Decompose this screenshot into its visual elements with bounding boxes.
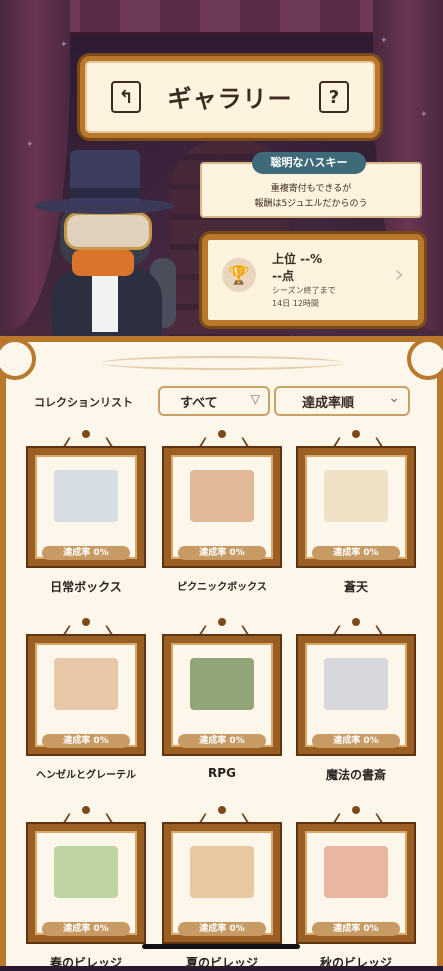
collection-name: 蒼天 [343,580,368,594]
hanging-wire [198,437,250,449]
completion-rate: 達成率 0% [42,734,130,748]
collection-list-label: コレクションリスト [34,396,133,409]
sparkle-icon: ✦ [60,40,68,50]
filter-bar: コレクションリスト すべて ▽ 達成率順 ⌄ [0,386,443,416]
hanging-wire [62,437,114,449]
gallery-scene: ✦ ✦ ✦ ✦ ✦ ↰ ギャラリー ? 聡明なハスキー 重複寄付もできるが 報酬… [0,0,443,350]
chevron-down-icon: ⌄ [388,390,400,406]
hanging-wire [62,625,114,637]
collection-thumbnail [190,470,254,522]
home-indicator[interactable] [142,944,300,949]
nail [352,806,360,814]
season-end-label: シーズン終了まで [272,286,336,295]
filter-dropdown[interactable]: すべて ▽ [158,386,270,416]
completion-rate: 達成率 0% [42,546,130,560]
collection-name: RPG [208,766,236,780]
sparkle-icon: ✦ [420,110,428,120]
hanging-wire [62,813,114,825]
husky-bow-tie [72,250,134,276]
collection-thumbnail [54,658,118,710]
completion-rate: 達成率 0% [312,546,400,560]
husky-character [30,150,180,348]
rank-percent: 上位 --% [272,252,323,266]
collection-thumbnail [324,846,388,898]
collection-name: ピクニックボックス [177,582,267,593]
completion-rate: 達成率 0% [178,734,266,748]
collection-name: 夏のビレッジ [185,956,258,970]
rank-points: --点 [272,269,294,283]
collection-panel: コレクションリスト すべて ▽ 達成率順 ⌄ 達成率 0% 日常ボックス 達成率… [0,336,443,970]
collection-name: ヘンゼルとグレーテル [36,770,136,781]
nail [82,806,90,814]
collection-thumbnail [54,470,118,522]
hanging-wire [198,813,250,825]
hat-band [70,188,140,198]
collection-thumbnail [54,846,118,898]
collection-thumbnail [324,470,388,522]
nail [218,430,226,438]
sort-dropdown[interactable]: 達成率順 ⌄ [274,386,410,416]
completion-rate: 達成率 0% [312,922,400,936]
collection-thumbnail [190,658,254,710]
collection-thumbnail [324,658,388,710]
nail [352,618,360,626]
husky-glasses [64,212,152,250]
completion-rate: 達成率 0% [178,922,266,936]
husky-shirt [92,272,118,332]
trophy-icon: 🏆 [222,258,256,292]
collection-thumbnail [190,846,254,898]
nail [218,806,226,814]
npc-name-tag: 聡明なハスキー [252,152,366,174]
panel-ornament [100,356,343,370]
nail [82,618,90,626]
collection-name: 春のビレッジ [49,956,122,970]
filter-icon: ▽ [250,392,260,406]
completion-rate: 達成率 0% [178,546,266,560]
hanging-wire [332,625,384,637]
hanging-wire [332,813,384,825]
hanging-wire [198,625,250,637]
corner-ornament [407,338,443,380]
season-time-left: 14日 12時間 [272,299,319,308]
sort-value: 達成率順 [302,396,355,411]
title-plate: ↰ ギャラリー ? [80,56,380,138]
chevron-right-icon: › [394,260,404,288]
hanging-wire [332,437,384,449]
speech-line-2: 報酬は5ジュエルだからのう [254,199,368,209]
ranking-panel[interactable]: 🏆 上位 --% --点 シーズン終了まで 14日 12時間 › [202,234,424,326]
nail [218,618,226,626]
completion-rate: 達成率 0% [312,734,400,748]
corner-ornament [0,338,36,380]
speech-line-1: 重複寄付もできるが [270,184,352,194]
help-button[interactable]: ? [319,81,349,113]
collection-name: 日常ボックス [50,580,122,594]
sparkle-icon: ✦ [380,36,388,46]
help-icon: ? [328,86,340,108]
nail [82,430,90,438]
collection-name: 秋のビレッジ [319,956,392,970]
nail [352,430,360,438]
completion-rate: 達成率 0% [42,922,130,936]
sparkle-icon: ✦ [26,140,34,150]
filter-value: すべて [180,396,218,411]
collection-name: 魔法の書斎 [325,768,386,782]
